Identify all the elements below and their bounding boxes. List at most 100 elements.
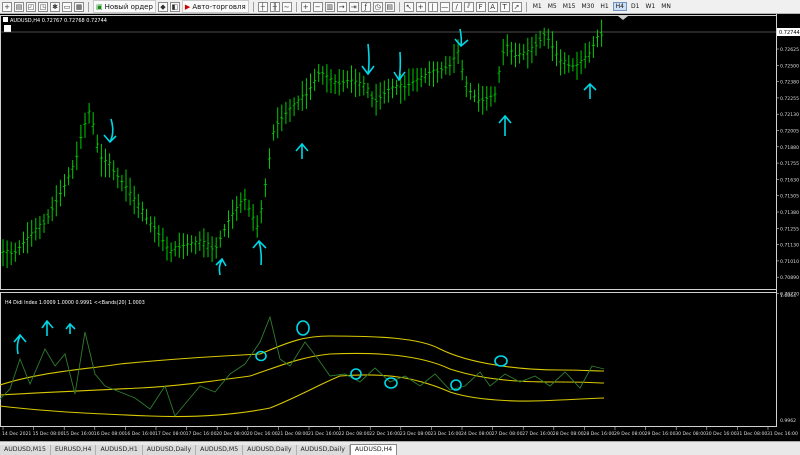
profiles-icon[interactable]: ▤	[14, 1, 24, 12]
templates-icon[interactable]: ▤	[384, 1, 395, 12]
time-tick-label: 31 Dec 16:00	[767, 431, 798, 437]
time-tick-label: 14 Dec 2021	[2, 431, 31, 437]
current-price-label: 0.72744	[779, 30, 800, 36]
time-tick-label: 17 Dec 16:00	[186, 431, 217, 437]
time-tick-label: 29 Dec 16:00	[645, 431, 676, 437]
new-chart-icon[interactable]: +	[2, 1, 12, 12]
tf-m1[interactable]: M1	[531, 3, 544, 10]
price-tick-label: 0.72500	[780, 63, 799, 69]
price-tick-label: 0.71505	[780, 194, 799, 200]
horizontal-line-icon[interactable]: —	[439, 1, 450, 12]
fibonacci-icon[interactable]: F	[475, 1, 486, 12]
tile-windows-icon[interactable]: ▥	[324, 1, 335, 12]
chart-shift-icon[interactable]: ⇥	[348, 1, 359, 12]
meta-editor-icon[interactable]: ◆	[157, 1, 168, 12]
chart-window[interactable]: AUDUSD,H4 0.72767 0.72768 0.72744 H4 Did…	[0, 14, 800, 443]
price-tick-label: 0.71255	[780, 226, 799, 232]
indicator-tick-label: 1.0064	[780, 293, 796, 299]
time-tick-label: 22 Dec 08:00	[339, 431, 370, 437]
chart-tab[interactable]: AUDUSD,M5	[196, 445, 244, 455]
time-tick-label: 21 Dec 16:00	[308, 431, 339, 437]
time-tick-label: 30 Dec 16:00	[706, 431, 737, 437]
time-tick-label: 23 Dec 16:00	[430, 431, 461, 437]
navigator-icon[interactable]: ✱	[50, 1, 60, 12]
price-tick-label: 0.71755	[780, 161, 799, 167]
bar-chart-icon[interactable]: ┼	[257, 1, 268, 12]
time-tick-label: 17 Dec 08:00	[155, 431, 186, 437]
time-tick-label: 15 Dec 16:00	[63, 431, 94, 437]
tf-w1[interactable]: W1	[643, 3, 657, 10]
time-tick-label: 22 Dec 16:00	[369, 431, 400, 437]
price-tick-label: 0.72625	[780, 47, 799, 53]
price-tick-label: 0.71880	[780, 145, 799, 151]
periods-icon[interactable]: ◷	[372, 1, 383, 12]
toolbar-separator	[398, 1, 400, 12]
one-click-trading-icon[interactable]	[4, 25, 11, 32]
time-tick-label: 29 Dec 08:00	[614, 431, 645, 437]
auto-trading-icon: ▶	[184, 2, 191, 11]
crosshair-icon[interactable]: +	[415, 1, 426, 12]
price-tick-label: 0.71010	[780, 259, 799, 265]
zoom-out-icon[interactable]: −	[312, 1, 323, 12]
time-tick-label: 28 Dec 08:00	[553, 431, 584, 437]
time-tick-label: 21 Dec 08:00	[277, 431, 308, 437]
toolbar-separator	[88, 1, 89, 12]
channel-icon[interactable]: ⫽	[463, 1, 474, 12]
time-tick-label: 30 Dec 08:00	[675, 431, 706, 437]
chart-tab[interactable]: EURUSD,H4	[50, 445, 97, 455]
time-tick-label: 28 Dec 16:00	[583, 431, 614, 437]
tf-d1[interactable]: D1	[629, 3, 641, 10]
vertical-line-icon[interactable]: |	[427, 1, 438, 12]
time-tick-label: 20 Dec 08:00	[216, 431, 247, 437]
chart-tab-active[interactable]: AUDUSD,H4	[349, 444, 398, 455]
price-tick-label: 0.71630	[780, 177, 799, 183]
cursor-icon[interactable]: ↖	[403, 1, 414, 12]
candlestick-icon[interactable]: ╫	[269, 1, 280, 12]
time-tick-label: 16 Dec 16:00	[124, 431, 155, 437]
toolbar: + ▤ ◰ ◳ ✱ ▭ ▦ ▣ Новый ордер ◆ ◧ ▶ Авто-т…	[0, 0, 800, 14]
trendline-icon[interactable]: /	[451, 1, 462, 12]
data-window-icon[interactable]: ◳	[38, 1, 48, 12]
market-watch-icon[interactable]: ◰	[26, 1, 36, 12]
auto-trading-button[interactable]: ▶ Авто-торговля	[181, 0, 249, 13]
time-tick-label: 27 Dec 08:00	[492, 431, 523, 437]
chart-tab[interactable]: AUDUSD,Daily	[142, 445, 197, 455]
toolbar-separator	[525, 1, 527, 12]
chart-tab[interactable]: AUDUSD,M15	[0, 445, 51, 455]
tf-m15[interactable]: M15	[561, 3, 578, 10]
line-chart-icon[interactable]: ∼	[281, 1, 292, 12]
chart-tab[interactable]: AUDUSD,Daily	[296, 445, 350, 455]
toolbar-separator	[295, 1, 297, 12]
price-tick-label: 0.72005	[780, 129, 799, 135]
tf-m5[interactable]: M5	[546, 3, 559, 10]
time-tick-label: 24 Dec 08:00	[461, 431, 492, 437]
indicator-title: H4 Didi Index 1.0009 1.0000 0.9991 <<Ban…	[5, 300, 145, 306]
text-icon[interactable]: A	[487, 1, 498, 12]
tf-mn[interactable]: MN	[659, 3, 673, 10]
indicators-icon[interactable]: ƒ	[360, 1, 371, 12]
price-tick-label: 0.72130	[780, 112, 799, 118]
toolbar-separator	[252, 1, 254, 12]
terminal-icon[interactable]: ▭	[62, 1, 72, 12]
time-tick-label: 15 Dec 08:00	[33, 431, 64, 437]
chart-tab[interactable]: AUDUSD,H1	[96, 445, 143, 455]
zoom-in-icon[interactable]: +	[300, 1, 311, 12]
chart-canvas[interactable]: AUDUSD,H4 0.72767 0.72768 0.72744 H4 Did…	[0, 14, 800, 443]
signals-icon[interactable]: ◧	[169, 1, 180, 12]
tf-h4[interactable]: H4	[612, 2, 627, 11]
chart-tabs: AUDUSD,M15 EURUSD,H4 AUDUSD,H1 AUDUSD,Da…	[0, 441, 800, 455]
label-icon[interactable]: T	[499, 1, 510, 12]
symbol-marker-icon	[3, 17, 8, 22]
tf-h1[interactable]: H1	[598, 3, 610, 10]
chart-tab[interactable]: AUDUSD,Daily	[243, 445, 297, 455]
new-order-label: Новый ордер	[104, 2, 153, 11]
new-order-button[interactable]: ▣ Новый ордер	[93, 0, 156, 13]
price-tick-label: 0.72380	[780, 80, 799, 86]
arrow-icon[interactable]: ➚	[511, 1, 522, 12]
tf-m30[interactable]: M30	[580, 3, 597, 10]
auto-trading-label: Авто-торговля	[192, 2, 246, 11]
price-tick-label: 0.70890	[780, 275, 799, 281]
tester-icon[interactable]: ▦	[74, 1, 84, 12]
main-chart-title: AUDUSD,H4 0.72767 0.72768 0.72744	[10, 18, 107, 24]
auto-scroll-icon[interactable]: →	[336, 1, 347, 12]
